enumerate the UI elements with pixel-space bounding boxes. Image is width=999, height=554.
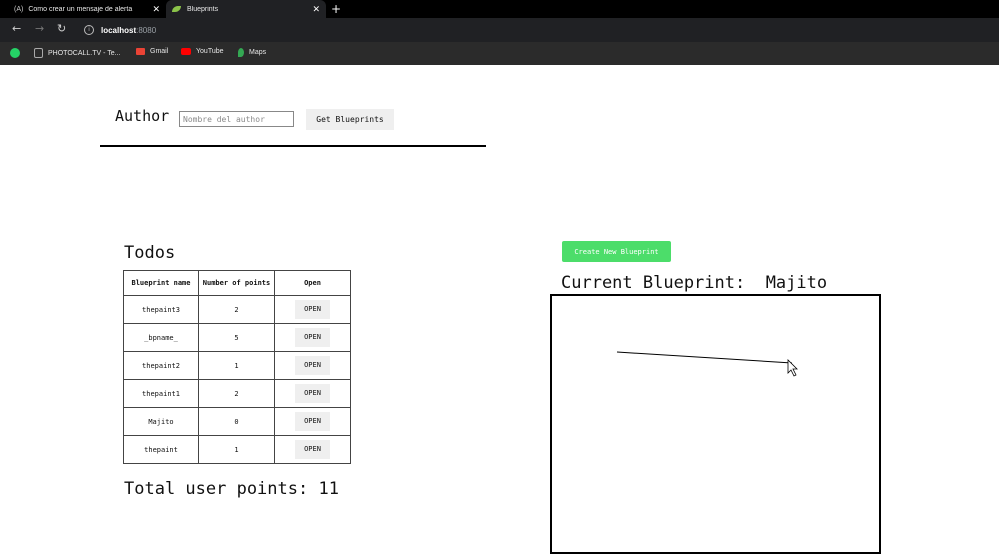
bookmark-gmail[interactable]: Gmail (136, 48, 168, 55)
browser-tab-bar: (A) Como crear un mensaje de alerta ✕ Bl… (0, 0, 999, 18)
drawn-line (616, 351, 793, 364)
blueprint-name-cell: _bpname_ (123, 323, 199, 352)
blueprints-table: Blueprint name Number of points Open the… (123, 270, 351, 464)
blueprint-name-cell: thepaint (123, 435, 199, 464)
bookmark-label: Maps (249, 49, 267, 56)
blueprint-name-cell: Majito (123, 407, 199, 436)
bookmark-label: PHOTOCALL.TV - Te... (48, 49, 121, 57)
browser-tab-active[interactable]: Blueprints ✕ (166, 0, 326, 18)
todos-title: Todos (124, 243, 176, 263)
bookmark-label: Gmail (150, 48, 169, 55)
table-row: thepaint1 2 OPEN (123, 379, 351, 408)
whatsapp-icon (10, 48, 20, 58)
mouse-cursor-icon (787, 359, 798, 377)
current-blueprint-title: Current Blueprint: Majito (561, 273, 828, 293)
whatsapp-bookmark[interactable] (10, 48, 25, 58)
open-cell: OPEN (274, 323, 351, 352)
points-cell: 5 (198, 323, 275, 352)
blueprint-canvas[interactable] (550, 294, 881, 554)
bookmarks-bar: PHOTOCALL.TV - Te... Gmail YouTube Maps (0, 42, 999, 65)
points-cell: 1 (198, 351, 275, 380)
close-icon[interactable]: ✕ (312, 4, 320, 15)
header-open: Open (274, 270, 351, 296)
tab-title: Blueprints (187, 5, 219, 13)
address-bar[interactable]: i localhost :8080 (84, 22, 984, 38)
points-cell: 2 (198, 379, 275, 408)
open-cell: OPEN (274, 435, 351, 464)
open-cell: OPEN (274, 379, 351, 408)
header-number-of-points: Number of points (198, 270, 275, 296)
table-row: Majito 0 OPEN (123, 407, 351, 436)
page-icon (34, 48, 43, 58)
open-button[interactable]: OPEN (295, 356, 330, 375)
author-label: Author (115, 107, 170, 125)
browser-tab[interactable]: (A) Como crear un mensaje de alerta ✕ (8, 0, 166, 18)
open-button[interactable]: OPEN (295, 300, 330, 319)
canvas-drawing (616, 351, 798, 377)
url-port: :8080 (136, 25, 157, 35)
tab-title: Como crear un mensaje de alerta (28, 5, 133, 13)
bookmark-youtube[interactable]: YouTube (181, 48, 224, 55)
points-cell: 0 (198, 407, 275, 436)
total-user-points: Total user points: 11 (124, 479, 339, 499)
author-input[interactable] (179, 111, 294, 127)
reload-icon[interactable]: ↻ (57, 22, 66, 35)
browser-toolbar: ← → ↻ i localhost :8080 (0, 18, 999, 42)
blueprint-name-cell: thepaint1 (123, 379, 199, 408)
forward-icon[interactable]: → (35, 22, 44, 35)
bookmark-maps[interactable]: Maps (238, 48, 266, 57)
open-button[interactable]: OPEN (295, 440, 330, 459)
gmail-icon (136, 48, 145, 55)
url-host: localhost (101, 25, 137, 35)
bookmark-photocall[interactable]: PHOTOCALL.TV - Te... (34, 48, 121, 58)
maps-icon (238, 48, 244, 57)
divider (100, 145, 486, 147)
spring-leaf-icon (172, 6, 181, 12)
table-header-row: Blueprint name Number of points Open (123, 270, 351, 296)
bookmark-label: YouTube (196, 48, 224, 55)
open-button[interactable]: OPEN (295, 412, 330, 431)
open-cell: OPEN (274, 407, 351, 436)
open-cell: OPEN (274, 295, 351, 324)
table-row: thepaint 1 OPEN (123, 435, 351, 464)
table-row: thepaint2 1 OPEN (123, 351, 351, 380)
blueprint-name-cell: thepaint2 (123, 351, 199, 380)
header-blueprint-name: Blueprint name (123, 270, 199, 296)
open-button[interactable]: OPEN (295, 328, 330, 347)
get-blueprints-button[interactable]: Get Blueprints (306, 109, 394, 130)
open-button[interactable]: OPEN (295, 384, 330, 403)
table-row: _bpname_ 5 OPEN (123, 323, 351, 352)
create-new-blueprint-button[interactable]: Create New Blueprint (562, 241, 671, 262)
back-icon[interactable]: ← (12, 22, 21, 35)
open-cell: OPEN (274, 351, 351, 380)
points-cell: 2 (198, 295, 275, 324)
youtube-icon (181, 48, 191, 55)
blueprint-name-cell: thepaint3 (123, 295, 199, 324)
close-icon[interactable]: ✕ (152, 4, 160, 15)
info-icon[interactable]: i (84, 25, 94, 35)
tab-prefix: (A) (14, 5, 24, 13)
new-tab-icon[interactable]: + (331, 2, 341, 16)
points-cell: 1 (198, 435, 275, 464)
table-row: thepaint3 2 OPEN (123, 295, 351, 324)
